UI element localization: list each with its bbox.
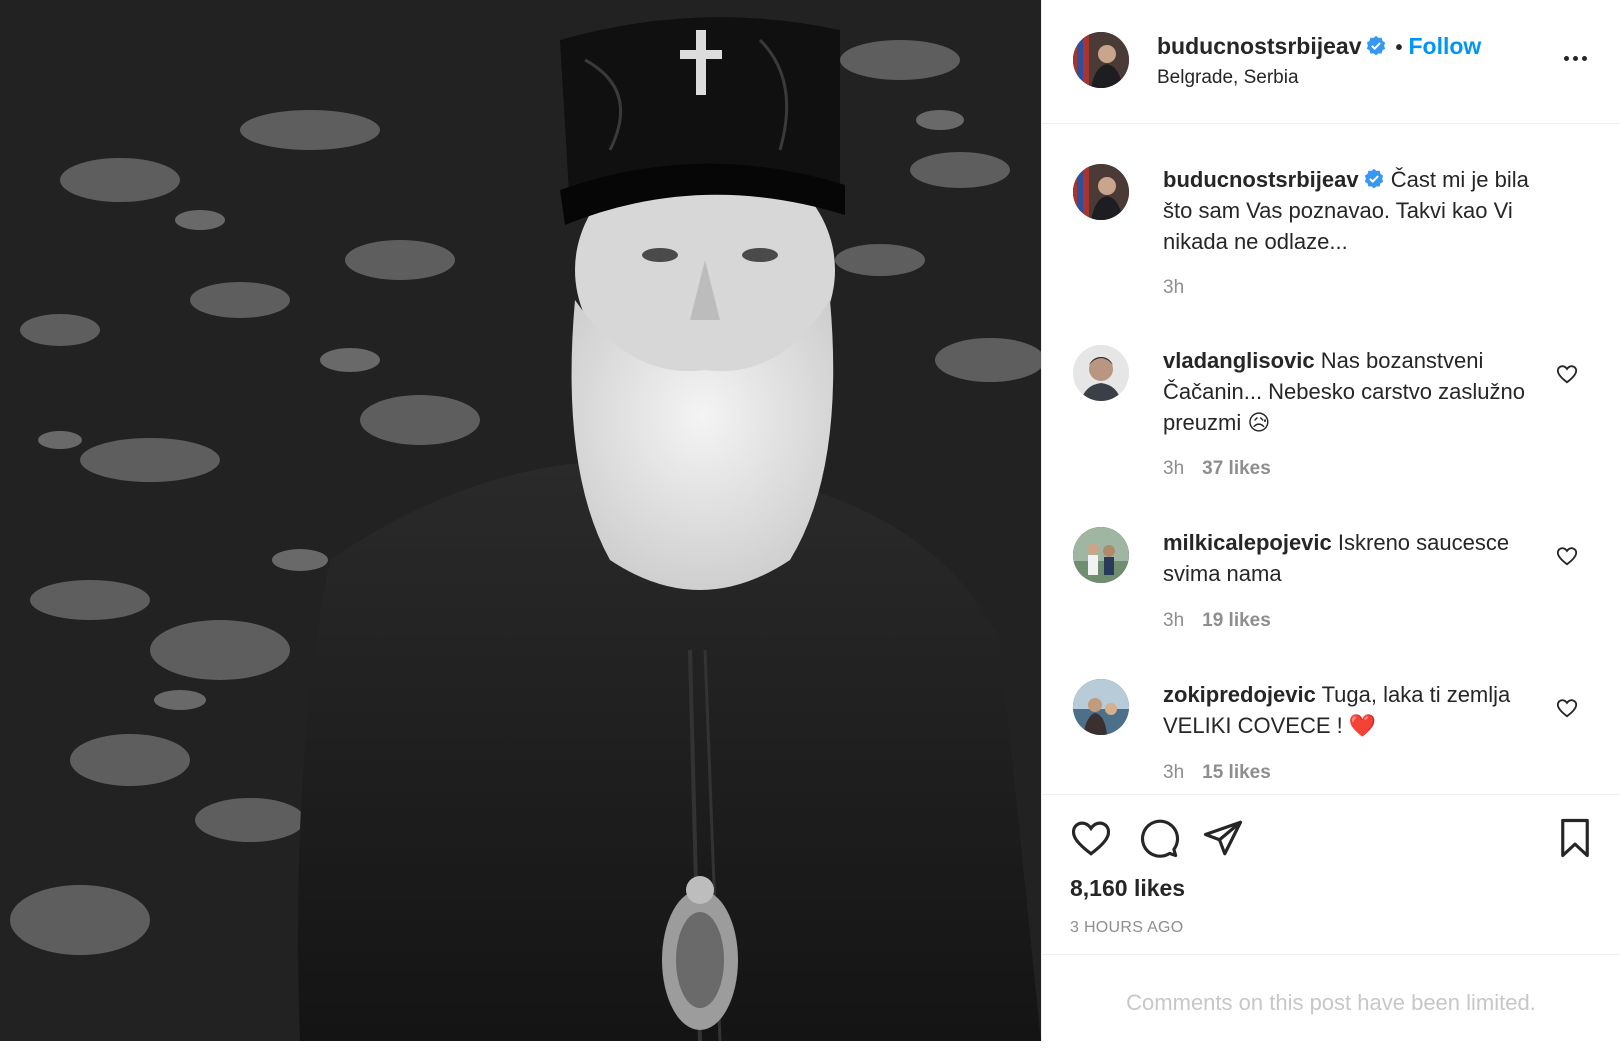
post-actions: 8,160 likes 3 HOURS AGO: [1042, 794, 1620, 955]
post-side-panel: buducnostsrbijeav • Follow Belgrade, Serbi…: [1041, 0, 1620, 1041]
comment-meta: 3h 15 likes: [1163, 762, 1271, 784]
heart-icon[interactable]: [1070, 817, 1112, 859]
verified-badge-icon: [1364, 168, 1383, 189]
caption-username[interactable]: buducnostsrbijeav: [1163, 167, 1359, 192]
comment-username[interactable]: zokipredojevic: [1163, 682, 1316, 707]
comment-likes[interactable]: 15 likes: [1202, 762, 1271, 783]
comment-time[interactable]: 3h: [1163, 458, 1184, 479]
separator-dot: •: [1395, 37, 1403, 59]
comment-like-heart-icon[interactable]: [1556, 363, 1578, 385]
caption-time[interactable]: 3h: [1163, 277, 1184, 298]
comment-likes[interactable]: 37 likes: [1202, 458, 1271, 479]
author-avatar[interactable]: [1073, 32, 1129, 88]
comment-icon[interactable]: [1138, 817, 1180, 859]
comment-username[interactable]: milkicalepojevic: [1163, 530, 1332, 555]
caption-meta: 3h: [1163, 277, 1184, 299]
comment-text: vladanglisovic Nas bozanstveni Čačanin..…: [1163, 345, 1553, 438]
emoji-sad: 😥: [1247, 410, 1271, 435]
comment-avatar[interactable]: [1073, 527, 1129, 583]
emoji-heart: ❤️: [1348, 713, 1377, 738]
comments-list[interactable]: buducnostsrbijeav Čast mi je bila što sa…: [1042, 124, 1620, 795]
comment-like-heart-icon[interactable]: [1556, 697, 1578, 719]
author-username[interactable]: buducnostsrbijeav: [1157, 33, 1361, 59]
comment-time[interactable]: 3h: [1163, 610, 1184, 631]
post-photo[interactable]: [0, 0, 1041, 1041]
comment-likes[interactable]: 19 likes: [1202, 610, 1271, 631]
comments-limited-notice: Comments on this post have been limited.: [1042, 954, 1620, 1042]
comment-text: milkicalepojevic Iskreno saucesce svima …: [1163, 527, 1553, 589]
post-timestamp[interactable]: 3 HOURS AGO: [1070, 919, 1184, 937]
post-location[interactable]: Belgrade, Serbia: [1157, 67, 1299, 89]
caption-text: buducnostsrbijeav Čast mi je bila što sa…: [1163, 164, 1553, 257]
follow-button[interactable]: Follow: [1409, 33, 1482, 59]
author-username-row: buducnostsrbijeav • Follow: [1157, 33, 1481, 60]
verified-badge-icon: [1367, 35, 1386, 56]
post-image: [0, 0, 1041, 1041]
bookmark-icon[interactable]: [1554, 817, 1596, 859]
comment-meta: 3h 19 likes: [1163, 610, 1271, 632]
comment-text: zokipredojevic Tuga, laka ti zemlja VELI…: [1163, 679, 1553, 741]
post-header: buducnostsrbijeav • Follow Belgrade, Serbi…: [1042, 0, 1620, 124]
comment-avatar[interactable]: [1073, 345, 1129, 401]
share-icon[interactable]: [1202, 817, 1244, 859]
comment-meta: 3h 37 likes: [1163, 458, 1271, 480]
more-options-icon[interactable]: [1564, 48, 1594, 62]
comment-time[interactable]: 3h: [1163, 762, 1184, 783]
comment-avatar[interactable]: [1073, 679, 1129, 735]
comment-like-heart-icon[interactable]: [1556, 545, 1578, 567]
caption-avatar[interactable]: [1073, 164, 1129, 220]
instagram-post: buducnostsrbijeav • Follow Belgrade, Serbi…: [0, 0, 1620, 1041]
likes-count[interactable]: 8,160 likes: [1070, 875, 1185, 902]
comment-username[interactable]: vladanglisovic: [1163, 348, 1315, 373]
